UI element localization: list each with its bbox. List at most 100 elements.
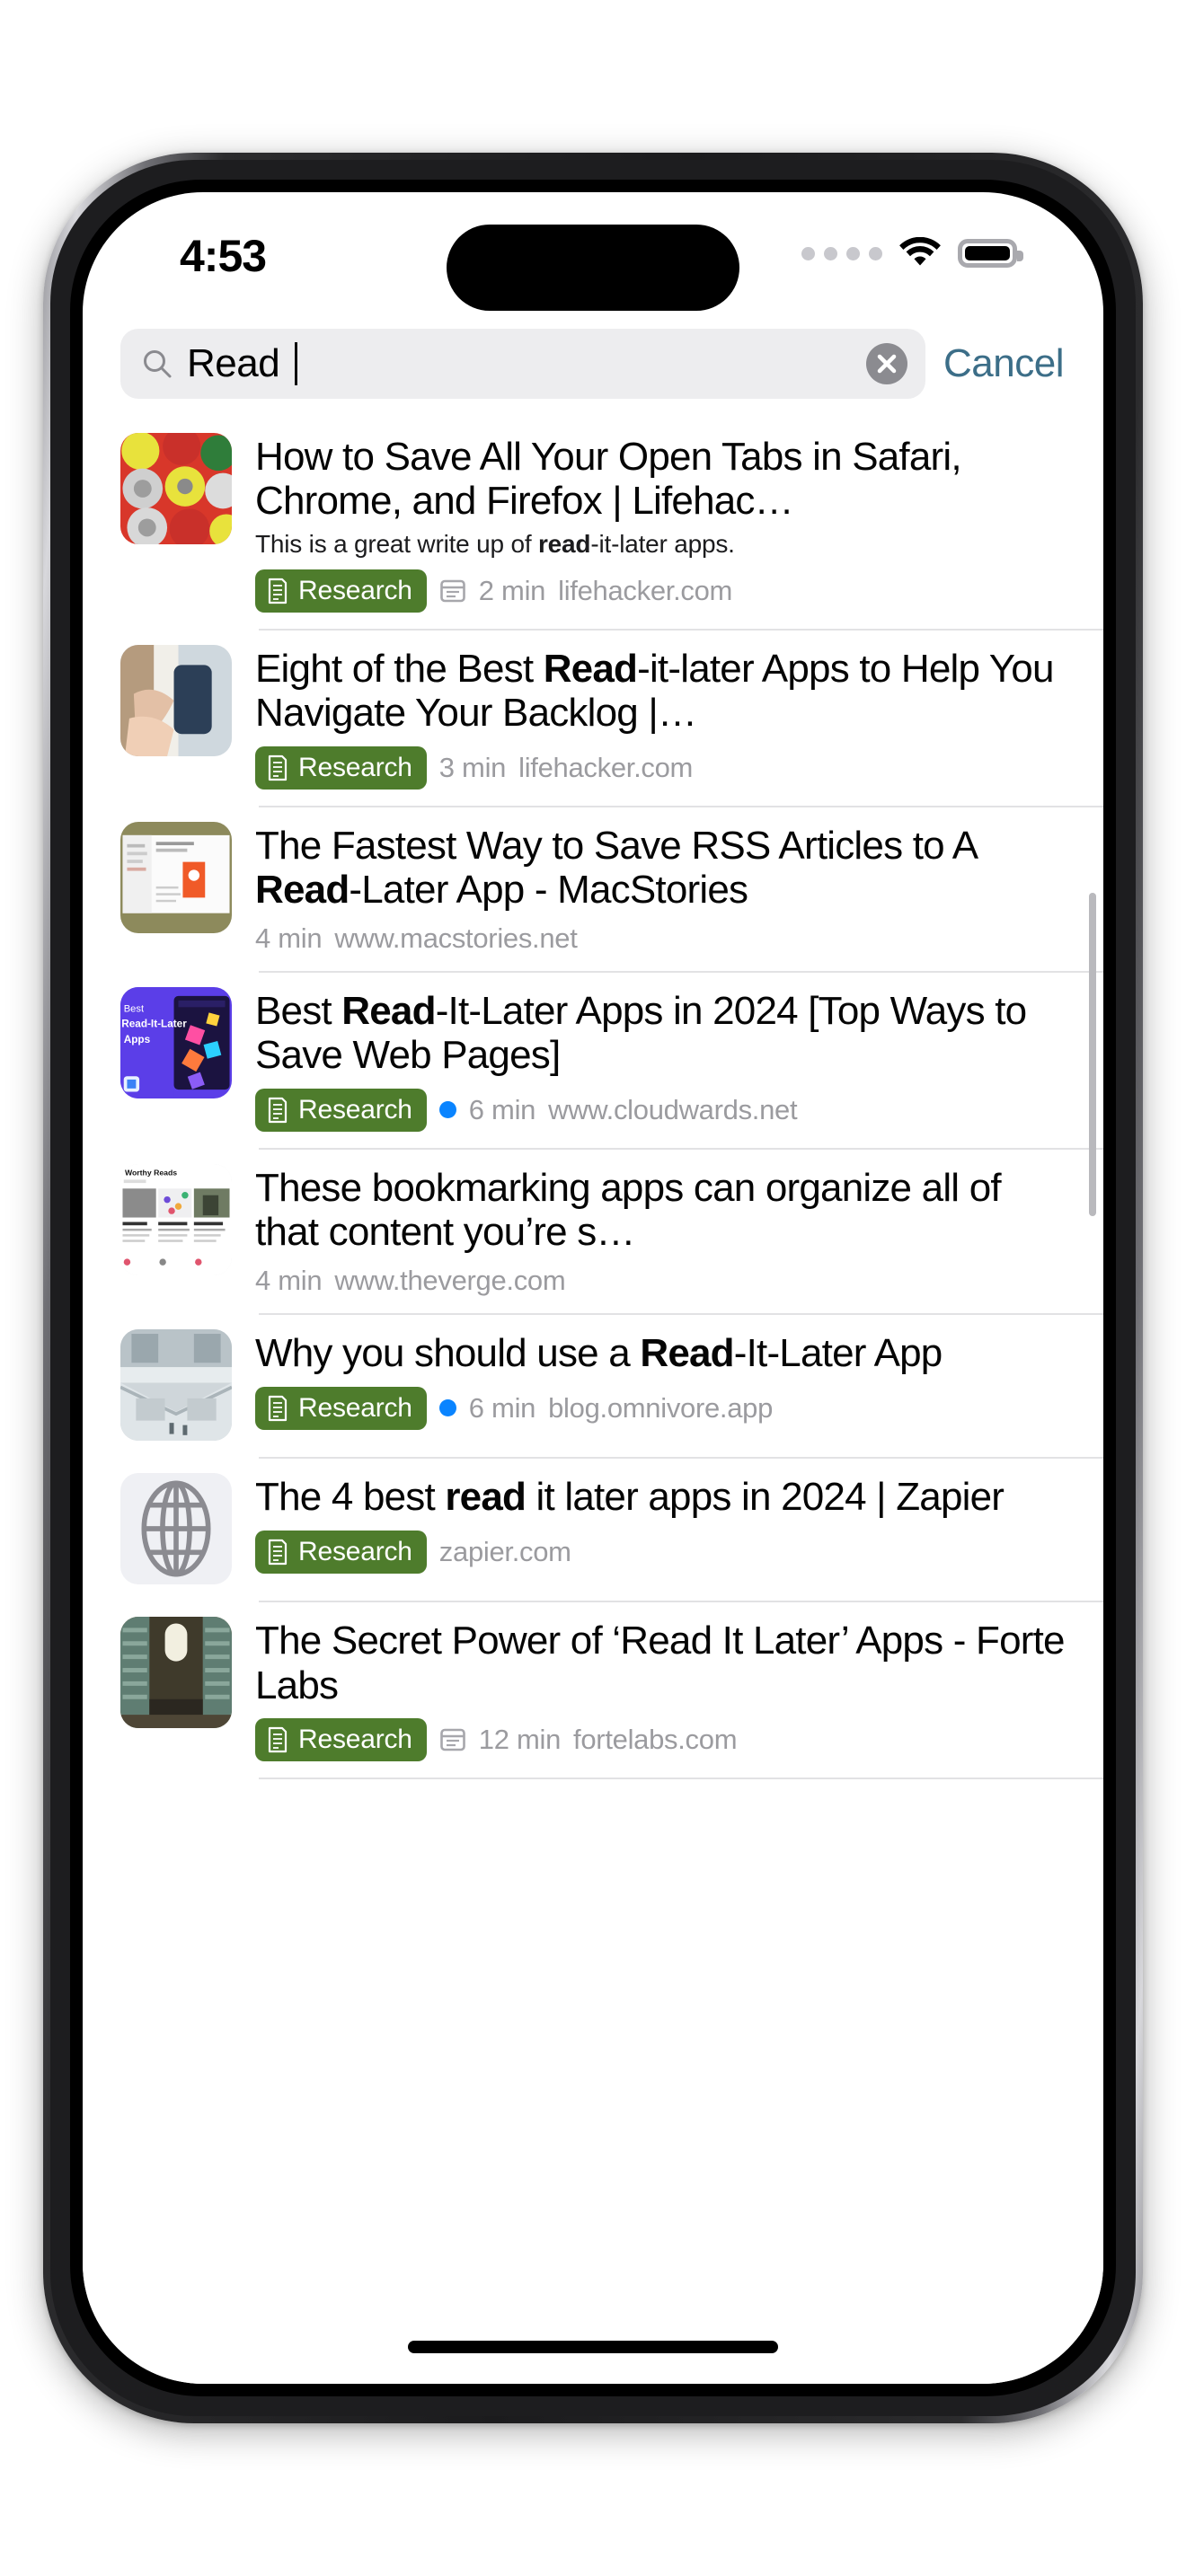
result-content: Eight of the Best Read-it-later Apps to … (255, 645, 1071, 790)
result-content: The 4 best read it later apps in 2024 | … (255, 1473, 1071, 1574)
source-domain: www.macstories.net (334, 922, 578, 955)
result-title: The Secret Power of ‘Read It Later’ Apps… (255, 1619, 1066, 1707)
reading-time: 3 min (438, 751, 507, 783)
result-title: Best Read-It-Later Apps in 2024 [Top Way… (255, 989, 1027, 1078)
search-result-row[interactable]: How to Save All Your Open Tabs in Safari… (83, 417, 1103, 629)
document-stack-icon (266, 754, 289, 781)
result-content: The Fastest Way to Save RSS Articles to … (255, 822, 1071, 956)
iphone-device-frame: 4:53 Read Cancel How to Save All Your Op… (43, 153, 1143, 2423)
list-end-divider (259, 1777, 1103, 1779)
home-indicator[interactable] (408, 2341, 778, 2353)
reading-time: 6 min (468, 1391, 536, 1424)
source-domain: www.cloudwards.net (548, 1093, 798, 1125)
result-content: Best Read-It-Later Apps in 2024 [Top Way… (255, 987, 1071, 1132)
search-result-row[interactable]: Eight of the Best Read-it-later Apps to … (83, 629, 1103, 806)
result-content: Why you should use a Read-It-Later App R… (255, 1329, 1071, 1430)
result-meta: Research 3 min lifehacker.com (255, 745, 1071, 790)
label-badge-research[interactable]: Research (255, 1088, 427, 1132)
label-badge-research[interactable]: Research (255, 1717, 427, 1761)
result-meta: 4 min www.macstories.net (255, 922, 1071, 955)
result-title: The 4 best read it later apps in 2024 | … (255, 1475, 1005, 1520)
search-icon (142, 348, 173, 379)
svg-text:Read-It-Later: Read-It-Later (121, 1019, 187, 1030)
result-content: How to Save All Your Open Tabs in Safari… (255, 433, 1071, 613)
reading-time: 6 min (468, 1093, 536, 1125)
status-bar-time: 4:53 (180, 231, 267, 281)
label-badge-research[interactable]: Research (255, 745, 427, 790)
globe-placeholder-icon (120, 1473, 232, 1585)
device-band: 4:53 Read Cancel How to Save All Your Op… (50, 160, 1136, 2416)
search-result-row[interactable]: The Fastest Way to Save RSS Articles to … (83, 805, 1103, 972)
result-thumbnail (120, 433, 232, 544)
note-icon (439, 578, 466, 604)
result-meta: Research 2 min lifehacker.com (255, 569, 1071, 613)
document-stack-icon (266, 578, 289, 604)
svg-text:Apps: Apps (124, 1034, 151, 1045)
result-meta: Research 6 min www.cloudwards.net (255, 1088, 1071, 1132)
search-input[interactable]: Read (120, 329, 926, 399)
status-bar: 4:53 (83, 192, 1103, 311)
cancel-button[interactable]: Cancel (943, 341, 1069, 386)
source-domain: zapier.com (438, 1535, 571, 1567)
document-stack-icon (266, 1395, 289, 1422)
label-badge-text: Research (298, 1536, 412, 1566)
label-badge-text: Research (298, 1094, 412, 1125)
clear-circle-icon[interactable] (866, 343, 908, 384)
screenshot-canvas: 4:53 Read Cancel How to Save All Your Op… (0, 0, 1186, 2576)
document-stack-icon (266, 1539, 289, 1566)
label-badge-text: Research (298, 1392, 412, 1423)
label-badge-text: Research (298, 1724, 412, 1754)
result-thumbnail (120, 821, 232, 933)
reading-time: 2 min (478, 575, 546, 607)
result-title: How to Save All Your Open Tabs in Safari… (255, 435, 962, 524)
result-title: Why you should use a Read-It-Later App (255, 1331, 943, 1376)
result-meta: Research 12 min fortelabs.com (255, 1717, 1071, 1761)
scroll-indicator[interactable] (1089, 893, 1096, 1216)
label-badge-text: Research (298, 752, 412, 782)
source-domain: blog.omnivore.app (548, 1391, 774, 1424)
label-badge-research[interactable]: Research (255, 1386, 427, 1430)
source-domain: fortelabs.com (573, 1723, 738, 1755)
label-badge-text: Research (298, 576, 412, 606)
reading-time: 12 min (478, 1723, 562, 1755)
search-result-row[interactable]: Why you should use a Read-It-Later App R… (83, 1313, 1103, 1457)
unread-dot-icon (438, 1399, 456, 1417)
result-title: These bookmarking apps can organize all … (255, 1165, 1002, 1254)
result-content: The Secret Power of ‘Read It Later’ Apps… (255, 1617, 1071, 1761)
result-title: Eight of the Best Read-it-later Apps to … (255, 647, 1054, 736)
search-result-row[interactable]: The Secret Power of ‘Read It Later’ Apps… (83, 1601, 1103, 1778)
result-thumbnail: Worthy Reads (120, 1163, 232, 1275)
label-badge-research[interactable]: Research (255, 1530, 427, 1574)
reading-time: 4 min (255, 922, 323, 955)
search-result-row[interactable]: The 4 best read it later apps in 2024 | … (83, 1457, 1103, 1601)
document-stack-icon (266, 1097, 289, 1124)
search-results-list[interactable]: How to Save All Your Open Tabs in Safari… (83, 417, 1103, 2384)
wifi-icon (898, 236, 942, 269)
search-bar: Read Cancel (83, 314, 1103, 413)
dynamic-island (447, 225, 739, 311)
source-domain: lifehacker.com (518, 751, 694, 783)
result-meta: Research 6 min blog.omnivore.app (255, 1386, 1071, 1430)
signal-dots-icon (801, 246, 882, 260)
result-title: The Fastest Way to Save RSS Articles to … (255, 823, 977, 912)
label-badge-research[interactable]: Research (255, 569, 427, 613)
result-thumbnail (120, 645, 232, 757)
search-result-row[interactable]: Best Read-It-Later Apps Best Read-It-Lat… (83, 971, 1103, 1148)
source-domain: www.theverge.com (334, 1265, 566, 1297)
svg-text:Worthy Reads: Worthy Reads (125, 1168, 177, 1177)
source-domain: lifehacker.com (558, 575, 733, 607)
result-meta: Research zapier.com (255, 1530, 1071, 1574)
result-thumbnail: Best Read-It-Later Apps (120, 987, 232, 1099)
document-stack-icon (266, 1726, 289, 1753)
result-meta: 4 min www.theverge.com (255, 1265, 1071, 1297)
result-thumbnail (120, 1617, 232, 1729)
reading-time: 4 min (255, 1265, 323, 1297)
device-screen: 4:53 Read Cancel How to Save All Your Op… (83, 192, 1103, 2384)
search-input-value: Read (187, 341, 280, 385)
svg-text:Best: Best (124, 1003, 145, 1014)
note-icon (439, 1726, 466, 1753)
search-result-row[interactable]: Worthy Reads These bookmarking apps can … (83, 1147, 1103, 1314)
result-content: These bookmarking apps can organize all … (255, 1164, 1071, 1298)
unread-dot-icon (438, 1101, 456, 1119)
result-thumbnail (120, 1329, 232, 1442)
